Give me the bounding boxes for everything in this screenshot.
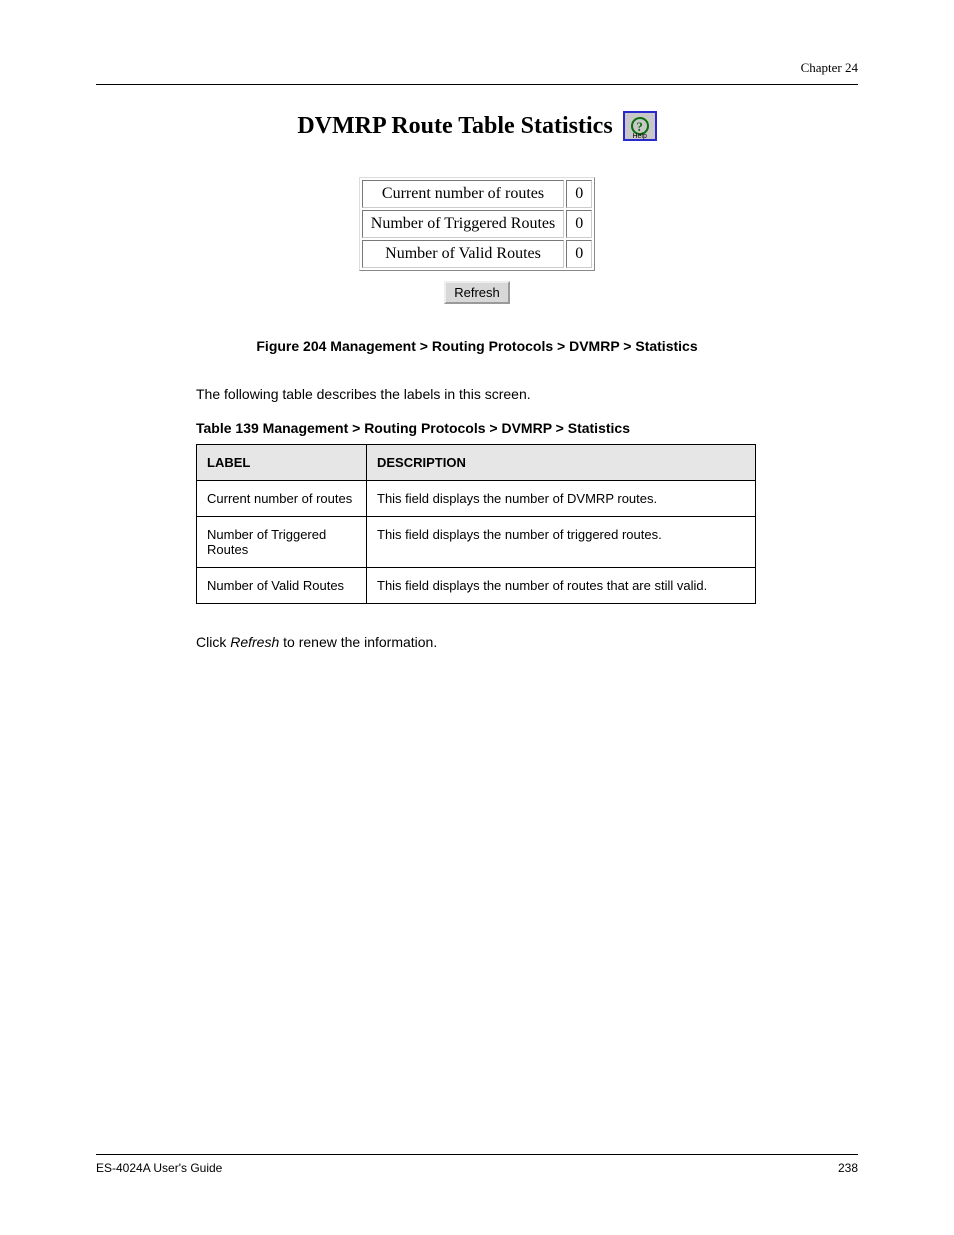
figure-caption: Figure 204 Management > Routing Protocol…	[96, 338, 858, 354]
action-button-name: Refresh	[230, 634, 279, 650]
table-caption: Table 139 Management > Routing Protocols…	[196, 420, 858, 436]
chapter-ref: Chapter 24	[96, 60, 858, 76]
table-row: Current number of routes 0	[362, 180, 592, 208]
def-label: Number of Valid Routes	[197, 568, 367, 604]
definition-table: LABEL DESCRIPTION Current number of rout…	[196, 444, 756, 604]
definition-intro: The following table describes the labels…	[196, 386, 858, 402]
action-prefix: Click	[196, 634, 230, 650]
def-desc: This field displays the number of routes…	[367, 568, 756, 604]
col-header-description: DESCRIPTION	[367, 445, 756, 481]
col-header-label: LABEL	[197, 445, 367, 481]
def-label: Number of Triggered Routes	[197, 517, 367, 568]
stats-panel: DVMRP Route Table Statistics ? Help Curr…	[257, 111, 697, 304]
refresh-button[interactable]: Refresh	[444, 281, 510, 304]
footer-right: 238	[838, 1161, 858, 1175]
stat-label: Current number of routes	[362, 180, 564, 208]
table-row: Number of Valid Routes This field displa…	[197, 568, 756, 604]
stat-value: 0	[566, 240, 592, 268]
stat-label: Number of Triggered Routes	[362, 210, 564, 238]
footer-rule	[96, 1154, 858, 1155]
footer-left: ES-4024A User's Guide	[96, 1161, 222, 1175]
definition-action: Click Refresh to renew the information.	[196, 634, 858, 650]
def-desc: This field displays the number of trigge…	[367, 517, 756, 568]
top-rule	[96, 84, 858, 85]
table-header-row: LABEL DESCRIPTION	[197, 445, 756, 481]
def-label: Current number of routes	[197, 481, 367, 517]
stat-value: 0	[566, 180, 592, 208]
help-icon[interactable]: ? Help	[623, 111, 657, 141]
stat-value: 0	[566, 210, 592, 238]
table-row: Number of Triggered Routes This field di…	[197, 517, 756, 568]
stats-table: Current number of routes 0 Number of Tri…	[359, 177, 595, 271]
action-suffix: to renew the information.	[279, 634, 437, 650]
def-desc: This field displays the number of DVMRP …	[367, 481, 756, 517]
stat-label: Number of Valid Routes	[362, 240, 564, 268]
page-footer: ES-4024A User's Guide 238	[96, 1154, 858, 1175]
table-row: Number of Triggered Routes 0	[362, 210, 592, 238]
panel-title: DVMRP Route Table Statistics	[297, 113, 612, 140]
table-row: Current number of routes This field disp…	[197, 481, 756, 517]
help-icon-label: Help	[632, 133, 646, 140]
table-row: Number of Valid Routes 0	[362, 240, 592, 268]
